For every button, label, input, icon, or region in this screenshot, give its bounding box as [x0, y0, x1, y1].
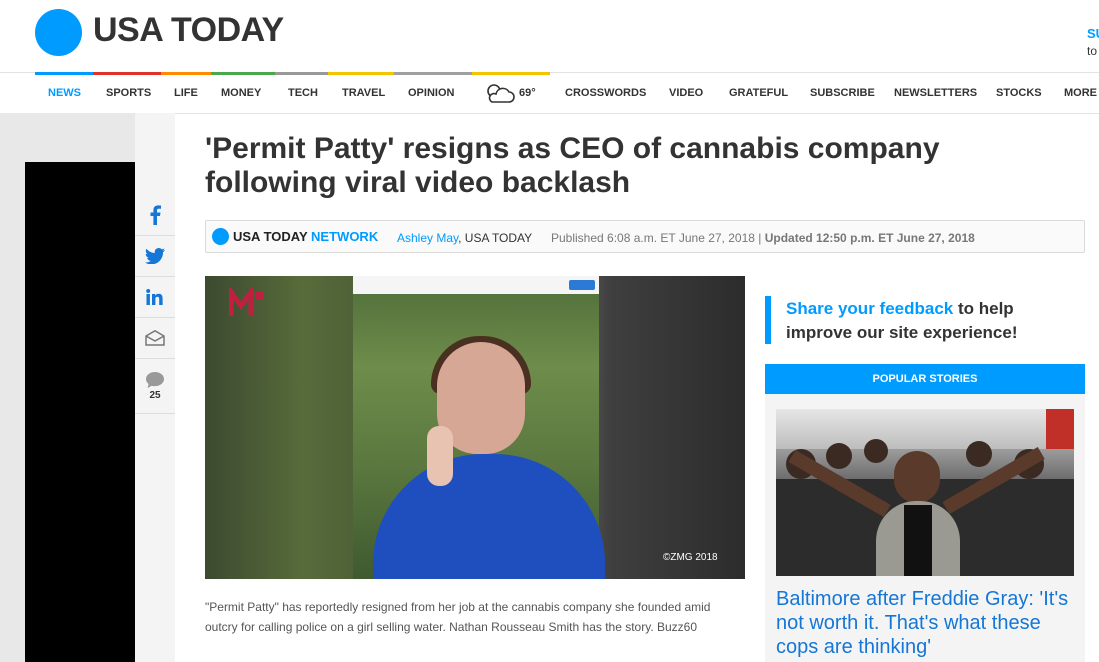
crowd-figure — [966, 441, 992, 467]
crowd-figure — [826, 443, 852, 469]
feedback-accent-bar — [765, 296, 771, 344]
feedback-link[interactable]: Share your feedback — [786, 299, 953, 318]
facebook-icon — [150, 205, 161, 225]
crowd-figure — [864, 439, 888, 463]
nav-subscribe[interactable]: SUBSCRIBE — [810, 73, 875, 113]
video-embedded-post-header — [353, 276, 599, 294]
byline: USA TODAY NETWORK Ashley May, USA TODAY … — [205, 220, 1085, 253]
network-logo-dot — [212, 228, 229, 245]
network-brand[interactable]: USA TODAY NETWORK — [233, 229, 378, 244]
author: Ashley May, USA TODAY — [397, 231, 532, 245]
twitter-icon — [145, 248, 165, 264]
central-figure-shirt — [904, 505, 932, 576]
popular-story-title[interactable]: Baltimore after Freddie Gray: 'It's not … — [776, 587, 1076, 659]
share-facebook-button[interactable] — [135, 195, 175, 236]
nav-news[interactable]: NEWS — [48, 73, 81, 113]
feedback-text: Share your feedback to help improve our … — [786, 297, 1076, 345]
central-figure-head — [894, 451, 940, 503]
subscribe-peek[interactable]: SU — [1087, 26, 1099, 41]
nav-grateful[interactable]: GRATEFUL — [729, 73, 788, 113]
network-brand-name: USA TODAY — [233, 229, 308, 244]
masthead: USA TODAY SU to — [0, 0, 1099, 72]
author-outlet: , USA TODAY — [458, 231, 533, 245]
article-headline: 'Permit Patty' resigns as CEO of cannabi… — [205, 132, 940, 199]
network-label: NETWORK — [311, 229, 379, 244]
nav-newsletters[interactable]: NEWSLETTERS — [894, 73, 977, 113]
nav-life[interactable]: LIFE — [174, 73, 198, 113]
popular-stories-header: POPULAR STORIES — [765, 364, 1085, 394]
nav-video[interactable]: VIDEO — [669, 73, 703, 113]
comments-button[interactable]: 25 — [135, 359, 175, 414]
nav-sports[interactable]: SPORTS — [106, 73, 151, 113]
logo-dot[interactable] — [35, 9, 82, 56]
video-network-logo-icon — [229, 288, 263, 316]
author-link[interactable]: Ashley May — [397, 231, 458, 245]
comment-icon — [146, 372, 164, 388]
email-icon — [145, 330, 165, 346]
share-email-button[interactable] — [135, 318, 175, 359]
share-twitter-button[interactable] — [135, 236, 175, 277]
video-credit: ©ZMG 2018 — [663, 552, 718, 563]
nav-stocks[interactable]: STOCKS — [996, 73, 1042, 113]
popular-story-image[interactable] — [776, 409, 1074, 576]
nav-tech[interactable]: TECH — [288, 73, 318, 113]
nav-accent — [472, 72, 550, 75]
nav-opinion[interactable]: OPINION — [408, 73, 454, 113]
partly-cloudy-icon[interactable] — [484, 82, 516, 104]
nav-money[interactable]: MONEY — [221, 73, 261, 113]
video-caption: "Permit Patty" has reportedly resigned f… — [205, 600, 711, 634]
video-player[interactable]: ©ZMG 2018 — [205, 276, 745, 579]
side-video-block — [25, 162, 135, 662]
nav-more[interactable]: MORE — [1064, 73, 1097, 113]
updated-time: Updated 12:50 p.m. ET June 27, 2018 — [764, 231, 975, 245]
nav-crosswords[interactable]: CROSSWORDS — [565, 73, 646, 113]
share-rail: 25 — [135, 113, 175, 662]
popular-story-card[interactable]: Baltimore after Freddie Gray: 'It's not … — [765, 394, 1085, 662]
share-linkedin-button[interactable] — [135, 277, 175, 318]
video-follow-button-graphic — [569, 280, 595, 290]
image-sky — [776, 409, 1074, 449]
feedback-promo[interactable]: Share your feedback to help improve our … — [765, 276, 1085, 360]
published-time: Published 6:08 a.m. ET June 27, 2018 | — [551, 231, 765, 245]
publish-info: Published 6:08 a.m. ET June 27, 2018 | U… — [551, 231, 975, 245]
subscribe-peek-sub: to — [1087, 44, 1098, 58]
main-nav: NEWS SPORTS LIFE MONEY TECH TRAVEL OPINI… — [0, 72, 1099, 114]
comment-count: 25 — [149, 390, 161, 401]
logo[interactable]: USA TODAY — [93, 11, 284, 50]
weather-temp[interactable]: 69° — [519, 73, 536, 113]
linkedin-icon — [146, 289, 163, 305]
megaphone — [1046, 409, 1074, 449]
video-person-hand — [427, 426, 453, 486]
nav-travel[interactable]: TRAVEL — [342, 73, 385, 113]
